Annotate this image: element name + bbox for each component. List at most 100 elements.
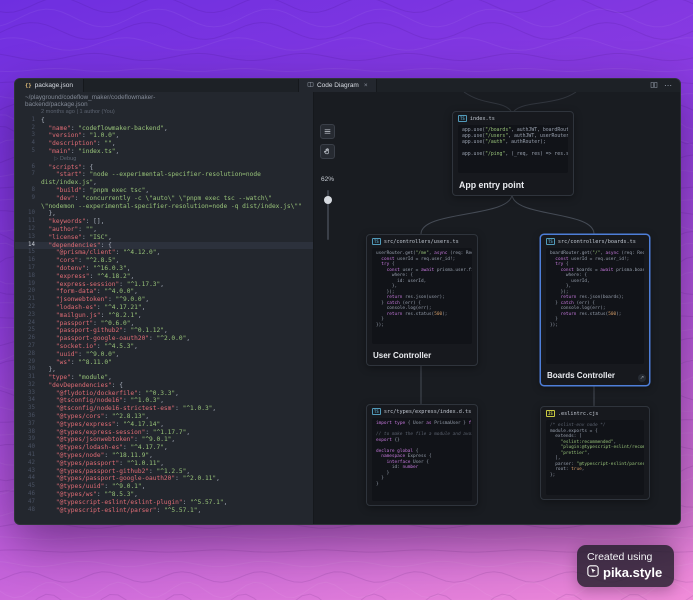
pika-logo-icon (587, 565, 599, 580)
code-line[interactable]: 42 "@types/passport": "^1.0.11", (15, 460, 313, 468)
code-line[interactable]: 48 "@typescript-eslint/parser": "^5.57.1… (15, 507, 313, 515)
code-line[interactable]: 44 "@types/passport-google-oauth20": "^2… (15, 475, 313, 483)
close-tab-icon[interactable]: × (364, 82, 368, 89)
code-line[interactable]: 34 "@tsconfig/node16": "^1.0.3", (15, 397, 313, 405)
code-line[interactable]: 10 }, (15, 210, 313, 218)
ts-file-icon: TS (372, 408, 381, 415)
code-line[interactable]: 24 "passport": "^0.6.0", (15, 320, 313, 328)
code-line[interactable]: 3 "version": "1.0.0", (15, 132, 313, 140)
codelens[interactable]: 2 months ago | 1 author (You) (15, 109, 313, 117)
code-line[interactable]: 7 "start": "node --experimental-specifie… (15, 171, 313, 187)
line-number: 48 (15, 507, 41, 515)
tab-package-json[interactable]: {} package.json (15, 79, 84, 92)
code-line[interactable]: 41 "@types/node": "^18.11.9", (15, 452, 313, 460)
code-line[interactable]: 46 "@types/ws": "^8.5.3", (15, 491, 313, 499)
line-number: 5 (15, 148, 41, 156)
diagram-node-eslint[interactable]: JS.eslintrc.cjs/* eslint-env node */ mod… (540, 406, 650, 500)
code-line[interactable]: 43 "@types/passport-github2": "^1.2.5", (15, 468, 313, 476)
node-file-name: TSsrc/controllers/users.ts (367, 235, 477, 247)
line-number: 36 (15, 413, 41, 421)
code-line[interactable]: 16 "cors": "^2.8.5", (15, 257, 313, 265)
node-code-snippet: userRouter.get("/me", async (req: Reques… (372, 248, 472, 344)
more-actions-icon[interactable]: ⋯ (664, 81, 672, 90)
code-line[interactable]: 31 "type": "module", (15, 374, 313, 382)
code-line[interactable]: 17 "dotenv": "^16.0.3", (15, 265, 313, 273)
breadcrumb[interactable]: ~/playground/codeflow_maker/codeflowmake… (15, 92, 211, 109)
line-number (15, 109, 41, 117)
code-line[interactable]: 4 "description": "", (15, 140, 313, 148)
diagram-icon (307, 81, 314, 90)
code-line[interactable]: 2 "name": "codeflowmaker-backend", (15, 125, 313, 133)
diagram-node-users[interactable]: TSsrc/controllers/users.tsuserRouter.get… (366, 234, 478, 366)
code-line[interactable]: 35 "@tsconfig/node16-strictest-esm": "^1… (15, 405, 313, 413)
line-number: 34 (15, 397, 41, 405)
code-line[interactable]: 36 "@types/cors": "^2.8.13", (15, 413, 313, 421)
badge-line1: Created using (587, 551, 662, 563)
node-file-label: src/controllers/boards.ts (558, 239, 636, 245)
code-line[interactable]: 13 "license": "ISC", (15, 234, 313, 242)
line-number: 18 (15, 273, 41, 281)
tab-code-diagram[interactable]: Code Diagram × (299, 79, 377, 92)
split-editor-icon[interactable] (650, 81, 658, 91)
ts-file-icon: TS (372, 238, 381, 245)
code-line[interactable]: 15 "@prisma/client": "^4.12.0", (15, 249, 313, 257)
vscode-window: {} package.json Code Diagram × ⋯ ~/playg… (14, 78, 681, 525)
code-line[interactable]: 27 "socket.io": "^4.5.3", (15, 343, 313, 351)
code-line[interactable]: 22 "lodash-es": "^4.17.21", (15, 304, 313, 312)
diagram-node-types[interactable]: TSsrc/types/express/index.d.tsimport typ… (366, 404, 478, 506)
line-number: 13 (15, 234, 41, 242)
node-file-label: index.ts (470, 116, 495, 122)
code-line[interactable]: 40 "@types/lodash-es": "^4.17.7", (15, 444, 313, 452)
code-line[interactable]: 12 "author": "", (15, 226, 313, 234)
diagram-node-entry[interactable]: TSindex.tsapp.use("/boards", authJWT, bo… (452, 111, 574, 196)
code-line[interactable]: 1{ (15, 117, 313, 125)
code-line[interactable]: 5 "main": "index.ts", (15, 148, 313, 156)
code-line[interactable]: 23 "mailgun.js": "^8.2.1", (15, 312, 313, 320)
code-line[interactable]: 21 "jsonwebtoken": "^9.0.0", (15, 296, 313, 304)
code-line[interactable]: 25 "passport-github2": "^0.1.12", (15, 327, 313, 335)
pan-tool-button[interactable] (320, 144, 335, 159)
code-line[interactable]: 8 "build": "pnpm exec tsc", (15, 187, 313, 195)
pika-badge: Created using pika.style (577, 545, 674, 587)
codelens[interactable]: ▷ Debug (15, 156, 313, 164)
code-line[interactable]: 14 "dependencies": { (15, 242, 313, 250)
code-line[interactable]: 29 "ws": "^8.11.0" (15, 359, 313, 367)
line-number: 40 (15, 444, 41, 452)
code-line[interactable]: 39 "@types/jsonwebtoken": "^9.0.1", (15, 436, 313, 444)
line-number: 10 (15, 210, 41, 218)
js-file-icon: JS (546, 410, 555, 417)
editor-tab-bar: {} package.json Code Diagram × ⋯ (15, 79, 680, 92)
zoom-slider[interactable] (320, 190, 335, 240)
code-line[interactable]: 47 "@typescript-eslint/eslint-plugin": "… (15, 499, 313, 507)
node-file-name: TSsrc/controllers/boards.ts (541, 235, 649, 247)
line-number: 1 (15, 117, 41, 125)
line-number: 31 (15, 374, 41, 382)
code-line[interactable]: 30 }, (15, 366, 313, 374)
code-line[interactable]: 33 "@flydotio/dockerfile": "^0.3.3", (15, 390, 313, 398)
code-line[interactable]: 9 "dev": "concurrently -c \"auto\" \"pnp… (15, 195, 313, 211)
code-line[interactable]: 28 "uuid": "^9.0.0", (15, 351, 313, 359)
line-number: 30 (15, 366, 41, 374)
expand-node-icon[interactable]: ↗ (638, 374, 646, 382)
code-line[interactable]: 11 "keywords": [], (15, 218, 313, 226)
diagram-node-boards[interactable]: TSsrc/controllers/boards.tsboardRouter.g… (540, 234, 650, 386)
code-line[interactable]: 45 "@types/uuid": "^9.0.1", (15, 483, 313, 491)
code-line[interactable]: 38 "@types/express-session": "^1.17.7", (15, 429, 313, 437)
code-area[interactable]: 2 months ago | 1 author (You)1{2 "name":… (15, 109, 313, 524)
code-line[interactable]: 20 "form-data": "^4.0.0", (15, 288, 313, 296)
diagram-toolbar: 62% (320, 124, 335, 240)
diagram-canvas[interactable]: TSindex.tsapp.use("/boards", authJWT, bo… (313, 92, 680, 524)
ts-file-icon: TS (458, 115, 467, 122)
code-line[interactable]: 32 "devDependencies": { (15, 382, 313, 390)
code-line[interactable]: 18 "express": "^4.18.2", (15, 273, 313, 281)
line-number: 17 (15, 265, 41, 273)
node-file-label: src/controllers/users.ts (384, 239, 459, 245)
code-line[interactable]: 37 "@types/express": "^4.17.14", (15, 421, 313, 429)
code-line[interactable]: 6 "scripts": { (15, 164, 313, 172)
editor-actions: ⋯ (650, 79, 680, 92)
zoom-slider-thumb[interactable] (324, 196, 332, 204)
menu-button[interactable] (320, 124, 335, 139)
code-line[interactable]: 19 "express-session": "^1.17.3", (15, 281, 313, 289)
code-line[interactable]: 26 "passport-google-oauth20": "^2.0.0", (15, 335, 313, 343)
line-number: 16 (15, 257, 41, 265)
